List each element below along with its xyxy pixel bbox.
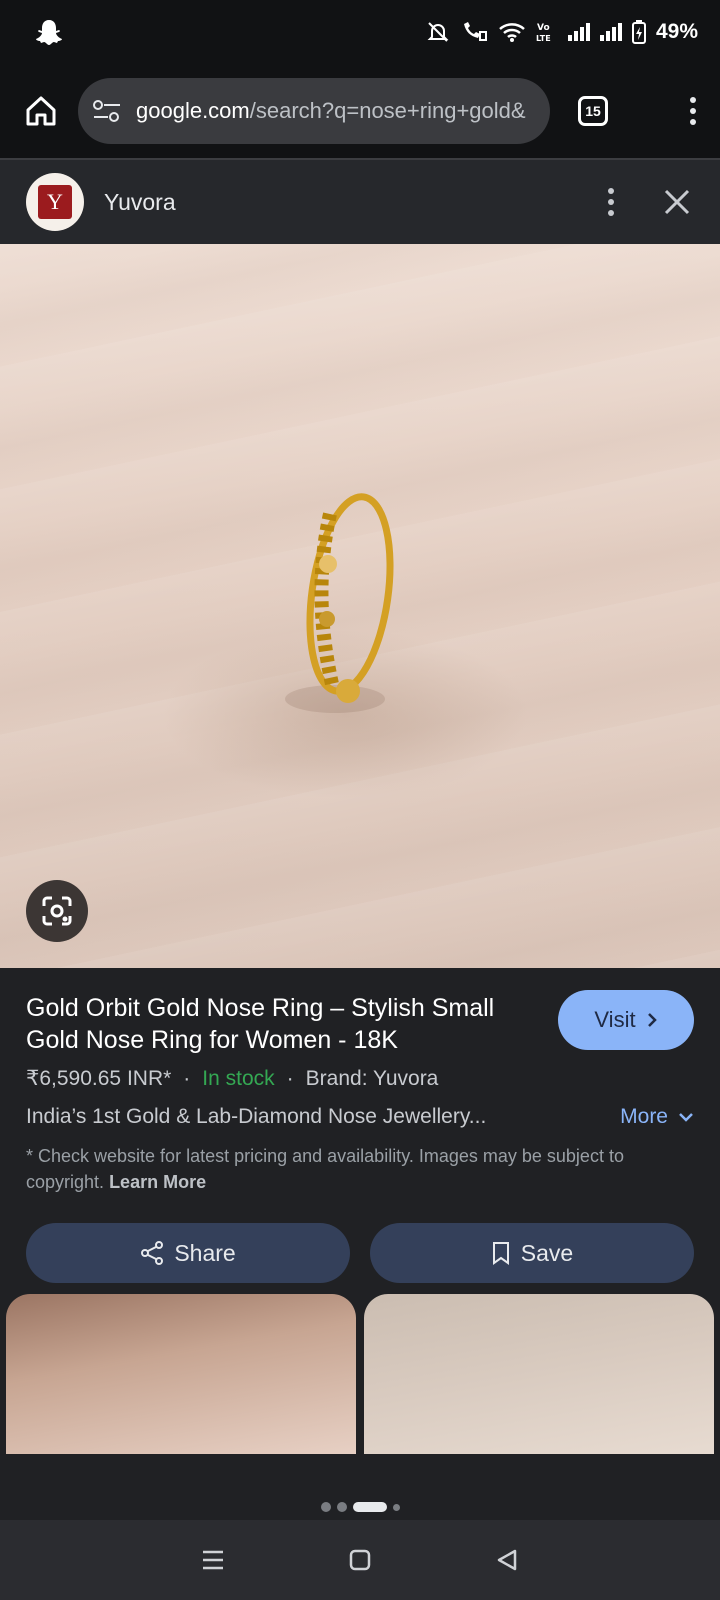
svg-text:LTE: LTE — [536, 34, 551, 43]
wifi-icon — [499, 23, 525, 42]
more-button[interactable]: More — [620, 1105, 694, 1129]
product-meta: ₹6,590.65 INR* · In stock · Brand: Yuvor… — [26, 1066, 694, 1091]
more-label: More — [620, 1105, 668, 1128]
share-button[interactable]: Share — [26, 1223, 350, 1283]
related-image-thumbnail[interactable] — [364, 1294, 714, 1454]
tabs-icon[interactable]: 15 — [578, 96, 608, 126]
chevron-down-icon — [679, 1113, 693, 1122]
product-title: Gold Orbit Gold Nose Ring – Stylish Smal… — [26, 994, 495, 1054]
site-settings-icon[interactable] — [92, 99, 122, 123]
save-button[interactable]: Save — [370, 1223, 694, 1283]
panel-header: Y Yuvora — [0, 160, 720, 244]
url-path: /search?q=nose+ring+gold& — [249, 98, 526, 123]
back-icon[interactable] — [495, 1548, 519, 1572]
home-nav-icon[interactable] — [348, 1548, 372, 1572]
save-label: Save — [520, 1239, 574, 1266]
address-bar[interactable]: google.com/search?q=nose+ring+gold& — [78, 78, 550, 144]
status-bar: Vo LTE 49% — [0, 0, 720, 64]
image-result-panel: Y Yuvora Gold Orbit Gold Nose Ring – Sty… — [0, 158, 720, 1486]
visit-button[interactable]: Visit — [558, 990, 694, 1050]
volte-icon: VoLTE — [536, 23, 551, 43]
site-logo-letter: Y — [38, 185, 72, 219]
signal-icon — [567, 23, 590, 41]
lens-button[interactable] — [26, 880, 88, 942]
separator: · — [183, 1066, 191, 1090]
battery-percent: 49% — [655, 20, 698, 43]
related-images — [6, 1294, 714, 1454]
product-image[interactable] — [0, 244, 720, 968]
price: ₹6,590.65 INR* — [26, 1067, 172, 1090]
svg-text:Vo: Vo — [537, 23, 550, 33]
share-icon — [141, 1241, 164, 1265]
share-label: Share — [174, 1239, 236, 1266]
home-icon[interactable] — [24, 94, 58, 128]
brand: Brand: Yuvora — [305, 1066, 439, 1090]
nose-ring-image — [285, 493, 394, 713]
stock-status: In stock — [202, 1066, 275, 1090]
action-buttons: Share Save — [0, 1195, 720, 1283]
mute-icon — [427, 22, 449, 42]
disclaimer: * Check website for latest pricing and a… — [26, 1143, 694, 1195]
recents-icon[interactable] — [201, 1549, 225, 1571]
more-options-icon[interactable] — [602, 182, 620, 222]
learn-more-link[interactable]: Learn More — [109, 1172, 206, 1192]
url-text[interactable]: google.com/search?q=nose+ring+gold& — [136, 98, 526, 124]
system-nav-bar — [0, 1520, 720, 1600]
signal-icon — [599, 23, 622, 41]
visit-label: Visit — [594, 1007, 636, 1032]
separator: · — [286, 1066, 294, 1090]
url-host: google.com — [136, 98, 250, 123]
product-info: Gold Orbit Gold Nose Ring – Stylish Smal… — [0, 968, 720, 1195]
pager-dot-active — [352, 1502, 387, 1512]
description: India’s 1st Gold & Lab-Diamond Nose Jewe… — [26, 1105, 487, 1128]
pager-dot — [320, 1502, 331, 1512]
site-logo[interactable]: Y — [26, 173, 84, 231]
related-image-thumbnail[interactable] — [6, 1294, 356, 1454]
site-name[interactable]: Yuvora — [104, 189, 176, 216]
lens-icon — [42, 896, 72, 926]
chevron-right-icon — [647, 1013, 657, 1027]
pager-dot — [392, 1503, 400, 1511]
description-row: India’s 1st Gold & Lab-Diamond Nose Jewe… — [26, 1105, 694, 1129]
pager-dot — [336, 1502, 347, 1512]
wifi-call-icon — [463, 22, 487, 41]
snapchat-icon — [36, 20, 62, 45]
close-icon[interactable] — [664, 189, 690, 215]
browser-toolbar: google.com/search?q=nose+ring+gold& 15 — [0, 64, 720, 158]
menu-icon[interactable] — [684, 91, 702, 131]
bookmark-icon — [492, 1242, 509, 1265]
battery-icon — [631, 20, 646, 44]
